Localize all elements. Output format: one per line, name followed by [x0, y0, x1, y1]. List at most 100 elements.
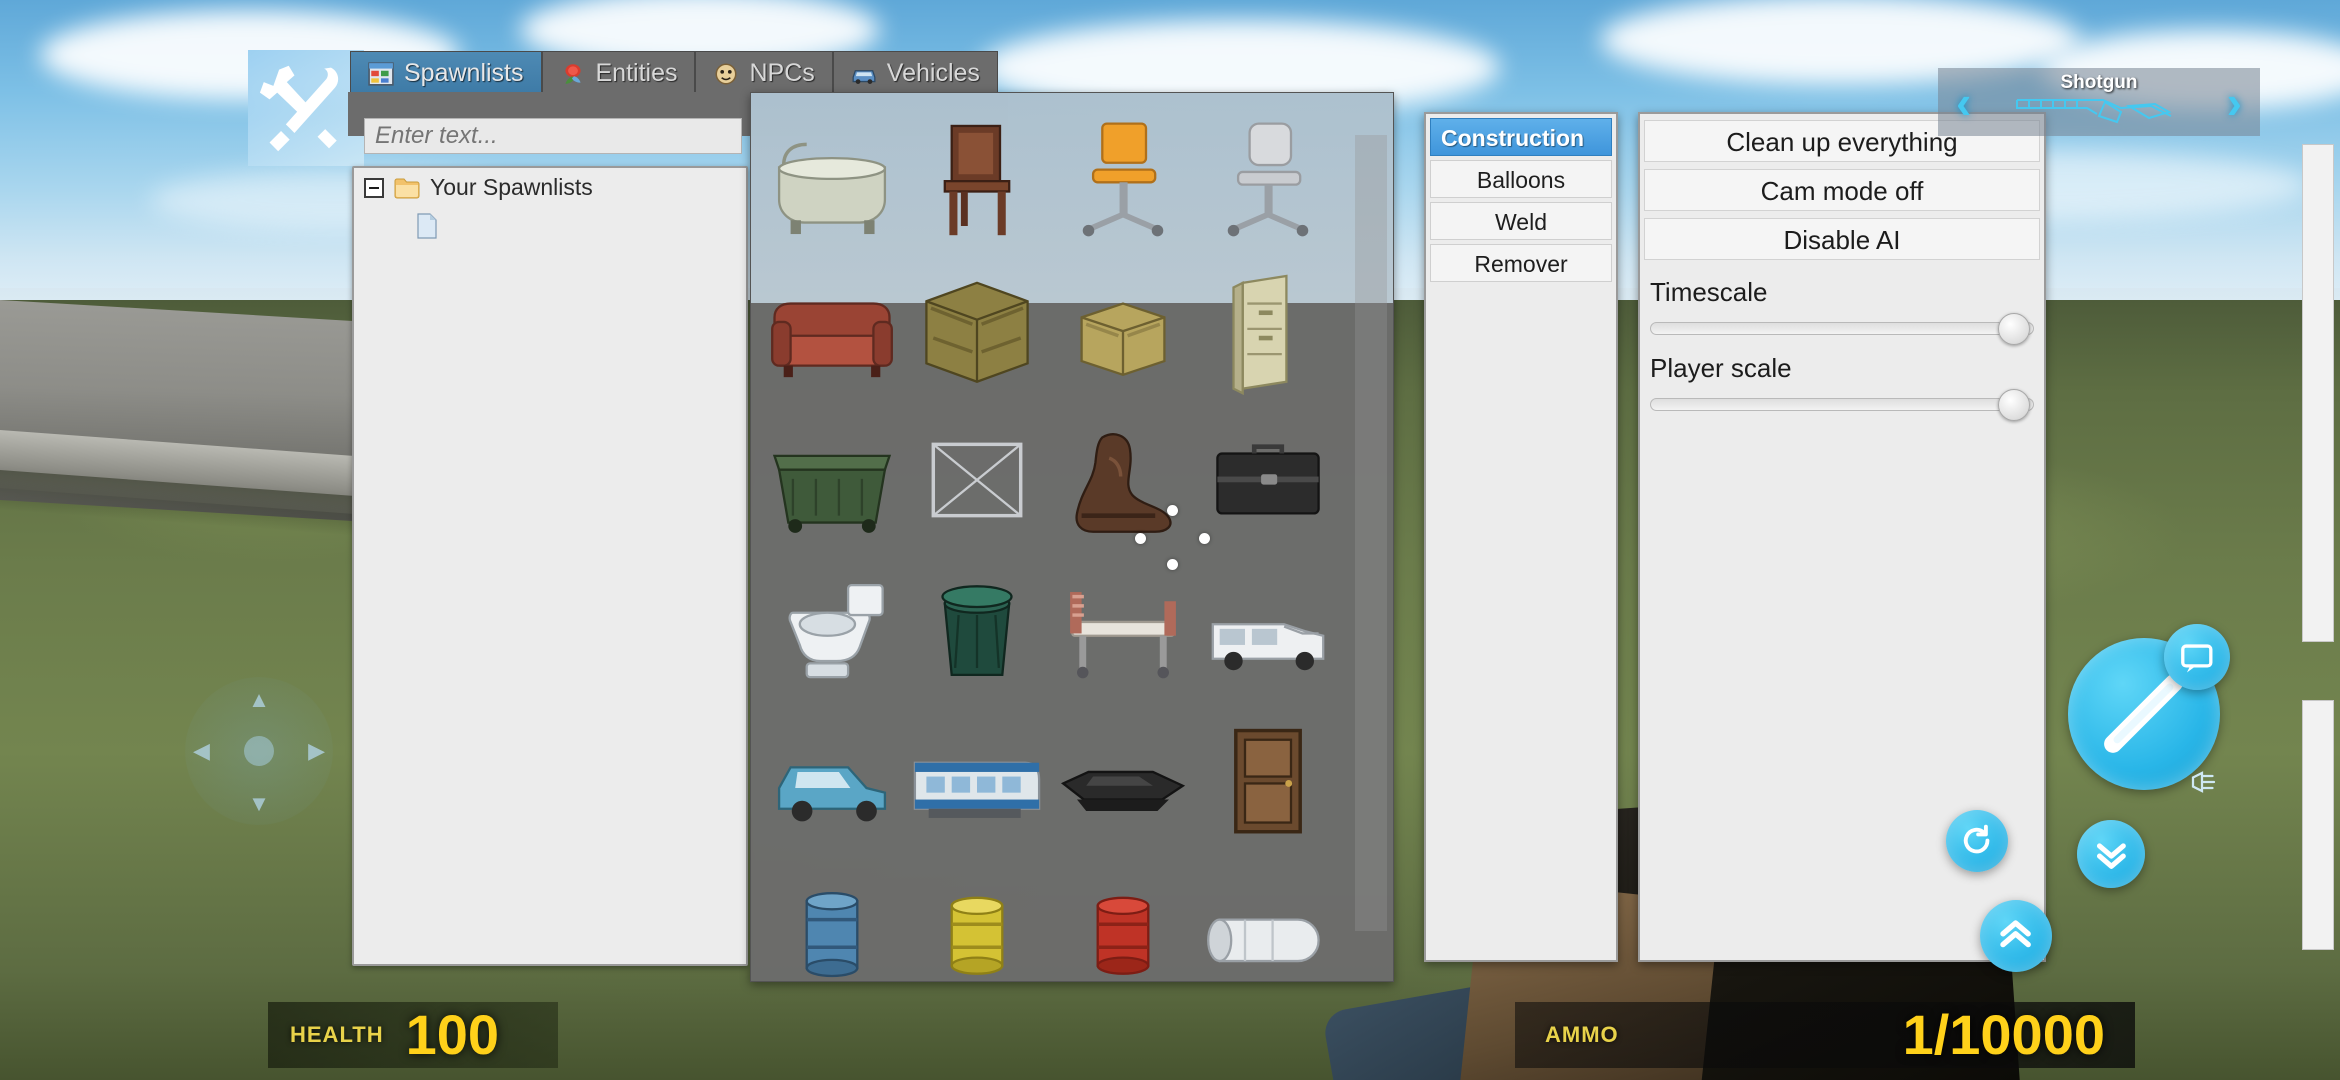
spawn-menu-tabs: Spawnlists Entities NPCs Vehicles: [350, 51, 998, 95]
tab-vehicles[interactable]: Vehicles: [832, 51, 998, 95]
red-barrel-icon: [1096, 896, 1150, 975]
suitcase-icon: [1216, 444, 1320, 515]
entities-rose-icon: [564, 63, 581, 84]
spawn-item-filing-cabinet[interactable]: [1196, 255, 1342, 405]
spawn-item-large-wooden-crate[interactable]: [905, 255, 1051, 405]
spawn-item-passenger-train[interactable]: [905, 705, 1051, 855]
tool-list-panel[interactable]: Construction Balloons Weld Remover: [1424, 112, 1618, 962]
dpad-left-icon[interactable]: ◀: [193, 738, 210, 764]
small-wooden-crate-icon: [1080, 302, 1166, 377]
disable-ai-button[interactable]: Disable AI: [1644, 218, 2040, 260]
tool-item-label: Balloons: [1476, 167, 1566, 193]
spawn-item-trash-can[interactable]: [905, 555, 1051, 705]
spawn-item-white-tank[interactable]: [1196, 855, 1342, 981]
blue-barrel-icon: [805, 892, 859, 978]
spawn-item-wooden-door[interactable]: [1196, 705, 1342, 855]
chat-button[interactable]: [2164, 624, 2230, 690]
ammo-value: 1/10000: [1902, 1003, 2105, 1066]
tab-label: NPCs: [749, 59, 815, 87]
spawn-item-green-dumpster[interactable]: [759, 405, 905, 555]
tab-entities[interactable]: Entities: [541, 51, 696, 95]
tab-label: Entities: [595, 59, 678, 87]
spawn-item-red-couch[interactable]: [759, 255, 905, 405]
tool-item-balloons[interactable]: Balloons: [1430, 160, 1612, 198]
player-scale-slider-group: Player scale: [1644, 343, 2040, 421]
wooden-chair-icon: [943, 124, 1011, 236]
spawn-item-red-barrel[interactable]: [1050, 855, 1196, 981]
tab-spawnlists[interactable]: Spawnlists: [350, 51, 542, 95]
spawn-item-small-wooden-crate[interactable]: [1050, 255, 1196, 405]
player-scale-slider-track[interactable]: [1650, 388, 2034, 421]
spawnlists-grid-icon: [368, 61, 394, 86]
health-value: 100: [405, 1003, 500, 1066]
movement-dpad[interactable]: ▲ ▼ ◀ ▶: [185, 677, 333, 825]
dpad-center[interactable]: [244, 736, 274, 766]
ammo-label: AMMO: [1545, 1022, 1619, 1047]
weapon-selector[interactable]: Shotgun ‹ ›: [1938, 68, 2260, 136]
grey-office-chair-icon: [1228, 122, 1309, 237]
spawnlist-tree-panel[interactable]: Your Spawnlists: [352, 166, 748, 966]
spawn-item-wooden-chair[interactable]: [905, 105, 1051, 255]
tool-item-label: Remover: [1474, 251, 1568, 277]
tree-item-spawnlist-file[interactable]: [354, 207, 746, 245]
dpad-up-icon[interactable]: ▲: [248, 687, 270, 713]
spawn-item-blue-car[interactable]: [759, 705, 905, 855]
ammo-hud: AMMO 1/10000: [1515, 1002, 2135, 1068]
dpad-down-icon[interactable]: ▼: [248, 791, 270, 817]
cam-mode-toggle-button[interactable]: Cam mode off: [1644, 169, 2040, 211]
grid-scrollbar-track[interactable]: [1355, 135, 1387, 931]
toilet-icon: [788, 584, 884, 679]
file-icon: [417, 213, 437, 239]
grid-scrollbar-thumb-lower[interactable]: [2302, 700, 2334, 950]
tools-wrench-screwdriver-icon[interactable]: [248, 50, 364, 166]
tree-expander-icon[interactable]: [364, 177, 384, 198]
black-boat-icon: [1060, 770, 1185, 812]
button-label: Disable AI: [1783, 225, 1901, 255]
button-label: Clean up everything: [1726, 127, 1958, 157]
spawn-item-grey-office-chair[interactable]: [1196, 105, 1342, 255]
spawn-item-hospital-bed[interactable]: [1050, 555, 1196, 705]
reload-button[interactable]: [1946, 810, 2008, 872]
spawn-item-black-boat[interactable]: [1050, 705, 1196, 855]
jump-button[interactable]: [1980, 900, 2052, 972]
tool-item-label: Construction: [1441, 125, 1585, 151]
timescale-label: Timescale: [1650, 277, 1768, 307]
spawn-item-suitcase[interactable]: [1196, 405, 1342, 555]
spawn-icon-grid[interactable]: [751, 93, 1349, 981]
flashlight-icon: [2191, 771, 2216, 793]
trash-can-icon: [941, 585, 1013, 676]
reload-icon: [1964, 825, 1990, 854]
chevron-double-down-icon: [2096, 842, 2126, 869]
spawn-item-leather-boot[interactable]: [1050, 405, 1196, 555]
tab-npcs[interactable]: NPCs: [695, 51, 833, 95]
timescale-slider-track[interactable]: [1650, 312, 2034, 345]
tool-item-label: Weld: [1495, 209, 1547, 235]
chevron-double-up-icon: [2000, 920, 2032, 948]
spawn-item-yellow-barrel[interactable]: [905, 855, 1051, 981]
spawn-item-orange-office-chair[interactable]: [1050, 105, 1196, 255]
passenger-train-icon: [914, 761, 1041, 818]
player-scale-slider-knob[interactable]: [1997, 388, 2030, 421]
spawn-item-white-van[interactable]: [1196, 555, 1342, 705]
grid-scrollbar-thumb-upper[interactable]: [2302, 144, 2334, 642]
tree-item-your-spawnlists[interactable]: Your Spawnlists: [354, 168, 746, 207]
spawn-item-toilet[interactable]: [759, 555, 905, 705]
spawn-item-bathtub[interactable]: [759, 105, 905, 255]
green-dumpster-icon: [772, 454, 891, 533]
timescale-slider-knob[interactable]: [1997, 312, 2030, 345]
spawn-item-wire-fence[interactable]: [905, 405, 1051, 555]
yellow-barrel-icon: [950, 896, 1004, 975]
leather-boot-icon: [1075, 433, 1172, 533]
dpad-right-icon[interactable]: ▶: [308, 738, 325, 764]
search-input[interactable]: [364, 118, 742, 154]
flashlight-button[interactable]: [2172, 752, 2232, 812]
tool-item-construction[interactable]: Construction: [1430, 118, 1612, 156]
tool-item-remover[interactable]: Remover: [1430, 244, 1612, 282]
tree-item-label: Your Spawnlists: [430, 174, 593, 200]
spawn-icon-grid-panel[interactable]: [750, 92, 1394, 982]
tab-label: Vehicles: [886, 59, 980, 87]
spawn-item-blue-barrel[interactable]: [759, 855, 905, 981]
duck-button[interactable]: [2077, 820, 2145, 888]
tool-item-weld[interactable]: Weld: [1430, 202, 1612, 240]
folder-icon: [394, 178, 420, 198]
